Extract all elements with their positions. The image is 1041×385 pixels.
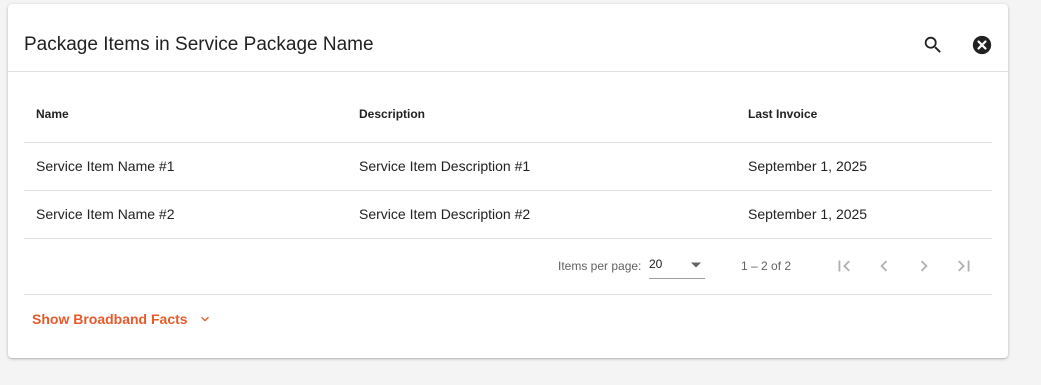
- last-page-button[interactable]: [952, 254, 976, 278]
- cell-name: Service Item Name #2: [36, 206, 175, 222]
- items-per-page-value: 20: [649, 257, 663, 271]
- column-header-last-invoice[interactable]: Last Invoice: [748, 86, 817, 142]
- cell-last-invoice: September 1, 2025: [748, 158, 868, 174]
- first-page-button[interactable]: [832, 254, 856, 278]
- last-page-icon: [958, 260, 970, 272]
- close-circle-icon: [972, 35, 992, 55]
- table-row[interactable]: Service Item Name #1 Service Item Descri…: [24, 143, 992, 191]
- close-button[interactable]: [966, 29, 998, 61]
- page-range-label: 1 – 2 of 2: [741, 259, 792, 273]
- items-per-page-select[interactable]: 20: [649, 256, 705, 279]
- dialog-card: Package Items in Service Package Name Na…: [8, 4, 1008, 358]
- table-row[interactable]: Service Item Name #2 Service Item Descri…: [24, 191, 992, 239]
- package-items-table: Name Description Last Invoice Service It…: [24, 86, 992, 295]
- paginator: Items per page: 20 1 – 2 of 2: [24, 239, 992, 295]
- cell-last-invoice: September 1, 2025: [748, 206, 868, 222]
- search-icon: [924, 36, 941, 53]
- chevron-down-icon: [200, 316, 209, 322]
- dropdown-arrow-icon: [691, 262, 701, 268]
- column-header-description[interactable]: Description: [359, 86, 425, 142]
- show-broadband-facts-toggle[interactable]: Show Broadband Facts: [32, 309, 213, 329]
- column-header-name[interactable]: Name: [36, 86, 69, 142]
- chevron-left-icon: [880, 260, 888, 272]
- items-per-page-label: Items per page:: [558, 259, 642, 273]
- chevron-right-icon: [920, 260, 928, 272]
- search-button[interactable]: [917, 29, 949, 61]
- cell-name: Service Item Name #1: [36, 158, 175, 174]
- previous-page-button[interactable]: [872, 254, 896, 278]
- broadband-facts-label: Show Broadband Facts: [32, 311, 188, 327]
- dialog-title: Package Items in Service Package Name: [24, 34, 374, 55]
- cell-description: Service Item Description #2: [359, 206, 531, 222]
- table-header-row: Name Description Last Invoice: [24, 86, 992, 143]
- dialog-header: Package Items in Service Package Name: [8, 4, 1008, 72]
- next-page-button[interactable]: [912, 254, 936, 278]
- first-page-icon: [838, 260, 850, 272]
- cell-description: Service Item Description #1: [359, 158, 531, 174]
